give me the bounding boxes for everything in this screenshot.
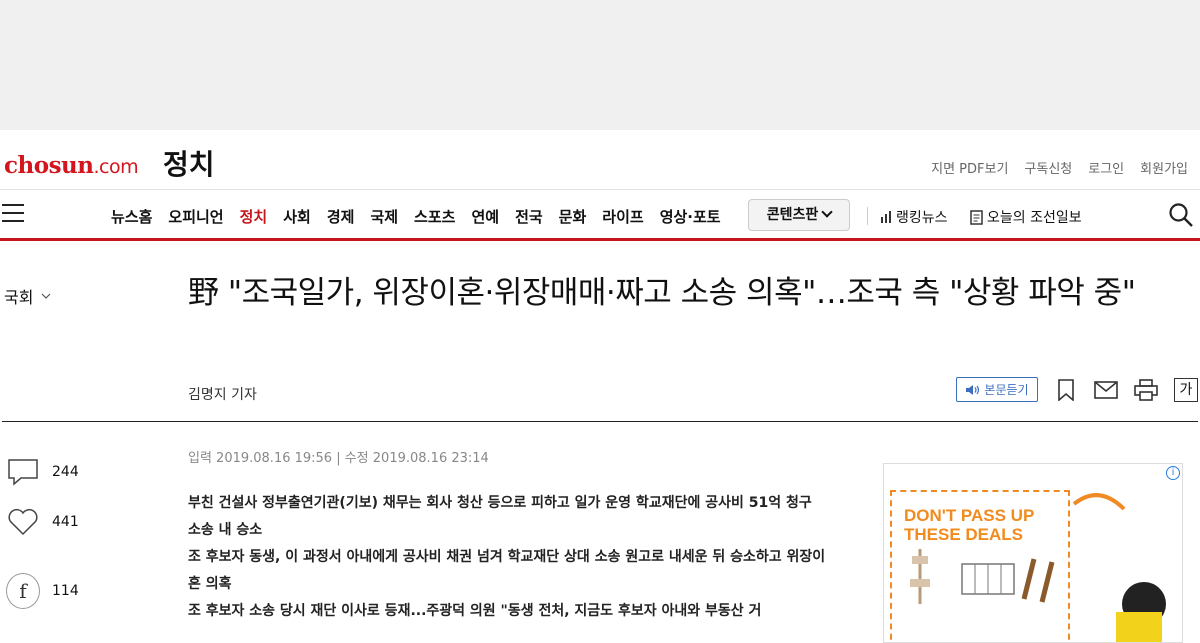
- chevron-down-icon: [42, 293, 51, 299]
- article-headline: 野 "조국일가, 위장이혼·위장매매·짜고 소송 의혹"…조국 측 "상황 파악…: [188, 275, 1136, 311]
- nav-divider: [867, 207, 868, 225]
- display-ad[interactable]: i DON'T PASS UP THESE DEALS: [883, 463, 1183, 643]
- comment-icon[interactable]: [6, 455, 40, 489]
- article-dates: 입력 2019.08.16 19:56 | 수정 2019.08.16 23:1…: [188, 451, 489, 466]
- ranking-news-link[interactable]: 랭킹뉴스: [880, 207, 948, 227]
- category-label: 국회: [4, 288, 34, 307]
- speaker-icon: [966, 384, 980, 395]
- article-tools: 본문듣기 가: [956, 377, 1198, 402]
- article-summary: 부친 건설사 정부출연기관(기보) 채무는 회사 청산 등으로 피하고 일가 운…: [188, 490, 828, 625]
- comments-count: 244: [6, 455, 96, 489]
- top-ad-banner: [0, 0, 1200, 130]
- site-header: chosun.com 정치 지면 PDF보기 구독신청 로그인 회원가입: [0, 130, 1200, 190]
- likes-value: 441: [52, 514, 79, 530]
- listen-button[interactable]: 본문듣기: [956, 377, 1038, 402]
- listen-label: 본문듣기: [984, 383, 1029, 397]
- subscribe-link[interactable]: 구독신청: [1024, 158, 1072, 177]
- facebook-icon: f: [6, 573, 40, 609]
- content-dropdown-button[interactable]: 콘텐츠판: [748, 199, 850, 231]
- summary-line: 부친 건설사 정부출연기관(기보) 채무는 회사 청산 등으로 피하고 일가 운…: [188, 495, 812, 538]
- article-byline: 김명지 기자: [188, 387, 257, 403]
- nav-item-economy[interactable]: 경제: [327, 206, 355, 227]
- facebook-share-count: f 114: [6, 573, 96, 609]
- nav-item-video-photo[interactable]: 영상·포토: [660, 206, 721, 227]
- login-link[interactable]: 로그인: [1088, 158, 1124, 177]
- nav-item-sports[interactable]: 스포츠: [414, 206, 455, 227]
- nav-item-entertainment[interactable]: 연예: [471, 206, 499, 227]
- nav-item-life[interactable]: 라이프: [602, 206, 643, 227]
- nav-item-regional[interactable]: 전국: [515, 206, 543, 227]
- nav-item-politics[interactable]: 정치: [240, 206, 268, 227]
- print-icon[interactable]: [1134, 378, 1158, 402]
- heart-icon[interactable]: [6, 505, 40, 539]
- main-nav: 뉴스홈 오피니언 정치 사회 경제 국제 스포츠 연예 전국 문화 라이프 영상…: [0, 190, 1200, 241]
- comments-value: 244: [52, 464, 79, 480]
- signup-link[interactable]: 회원가입: [1140, 158, 1188, 177]
- content-button-label: 콘텐츠판: [766, 207, 819, 223]
- nav-item-opinion[interactable]: 오피니언: [168, 206, 223, 227]
- logo-main: chosun: [4, 152, 94, 179]
- chosun-logo[interactable]: chosun.com: [4, 152, 139, 179]
- nav-item-society[interactable]: 사회: [283, 206, 311, 227]
- category-dropdown[interactable]: 국회: [4, 284, 51, 308]
- font-size-button[interactable]: 가: [1174, 377, 1198, 402]
- todays-paper-link[interactable]: 오늘의 조선일보: [970, 207, 1082, 227]
- header-divider: [2, 421, 1198, 422]
- pdf-link[interactable]: 지면 PDF보기: [931, 158, 1008, 177]
- ad-product-images: [910, 493, 1166, 642]
- nav-items: 뉴스홈 오피니언 정치 사회 경제 국제 스포츠 연예 전국 문화 라이프 영상…: [111, 206, 737, 227]
- nav-item-news-home[interactable]: 뉴스홈: [111, 206, 152, 227]
- nav-item-international[interactable]: 국제: [370, 206, 398, 227]
- todays-paper-label: 오늘의 조선일보: [987, 210, 1082, 226]
- mail-icon[interactable]: [1094, 378, 1118, 402]
- utility-links: 지면 PDF보기 구독신청 로그인 회원가입: [931, 158, 1188, 177]
- bar-chart-icon: [881, 211, 891, 223]
- section-title[interactable]: 정치: [163, 143, 215, 183]
- chevron-down-icon: [821, 206, 833, 218]
- nav-item-culture[interactable]: 문화: [559, 206, 587, 227]
- summary-line: 조 후보자 동생, 이 과정서 아내에게 공사비 채권 넘겨 학교재단 상대 소…: [188, 549, 826, 592]
- search-icon[interactable]: [1168, 202, 1194, 228]
- hamburger-menu-icon[interactable]: [2, 204, 24, 224]
- facebook-value: 114: [52, 583, 79, 599]
- summary-line: 조 후보자 소송 당시 재단 이사로 등재...주광덕 의원 "동생 전처, 지…: [188, 603, 762, 619]
- facebook-share-button[interactable]: f: [6, 573, 40, 609]
- bookmark-icon[interactable]: [1054, 378, 1078, 402]
- likes-count: 441: [6, 505, 96, 539]
- logo-suffix: .com: [93, 156, 139, 178]
- ranking-label: 랭킹뉴스: [896, 210, 948, 226]
- document-icon: [970, 209, 983, 225]
